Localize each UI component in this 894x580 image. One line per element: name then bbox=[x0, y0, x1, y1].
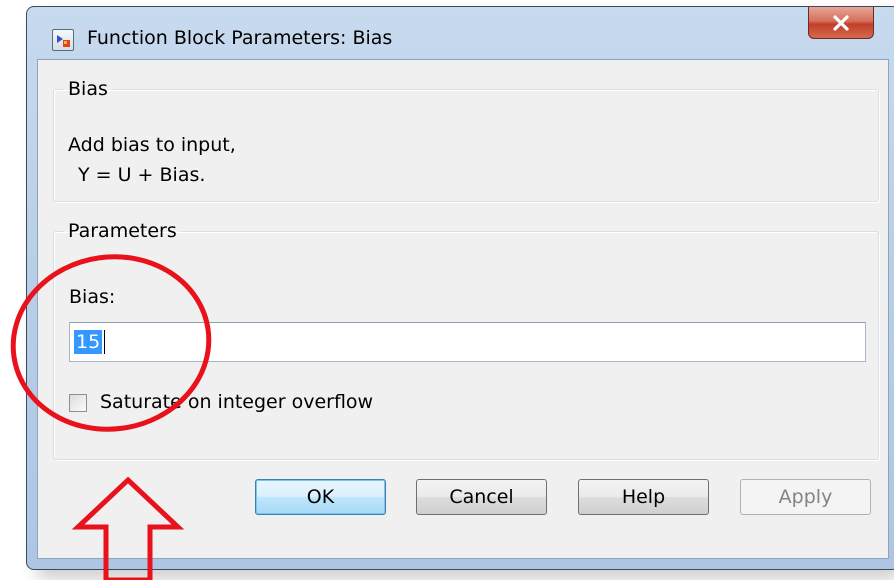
description-line-1: Add bias to input, bbox=[68, 134, 236, 156]
description-group-title: Bias bbox=[68, 78, 108, 100]
simulink-block-icon bbox=[52, 29, 74, 51]
window-title: Function Block Parameters: Bias bbox=[87, 27, 393, 49]
close-button[interactable] bbox=[808, 7, 874, 39]
title-bar[interactable]: Function Block Parameters: Bias bbox=[27, 7, 894, 67]
description-line-2: Y = U + Bias. bbox=[78, 164, 206, 186]
help-button[interactable]: Help bbox=[578, 479, 709, 515]
text-cursor bbox=[104, 330, 105, 354]
close-icon bbox=[833, 14, 849, 31]
saturate-checkbox-label[interactable]: Saturate on integer overflow bbox=[100, 391, 373, 413]
cancel-button[interactable]: Cancel bbox=[416, 479, 547, 515]
bias-input[interactable]: 15 bbox=[69, 322, 866, 362]
dialog-window: Function Block Parameters: Bias Bias Add… bbox=[26, 6, 894, 570]
parameters-group-title: Parameters bbox=[68, 220, 177, 242]
bias-value: 15 bbox=[74, 330, 103, 354]
apply-button[interactable]: Apply bbox=[740, 479, 871, 515]
bias-label: Bias: bbox=[69, 286, 116, 308]
saturate-checkbox[interactable] bbox=[69, 394, 87, 412]
ok-button[interactable]: OK bbox=[255, 479, 386, 515]
dialog-client-area: Bias Add bias to input, Y = U + Bias. Pa… bbox=[37, 59, 889, 559]
